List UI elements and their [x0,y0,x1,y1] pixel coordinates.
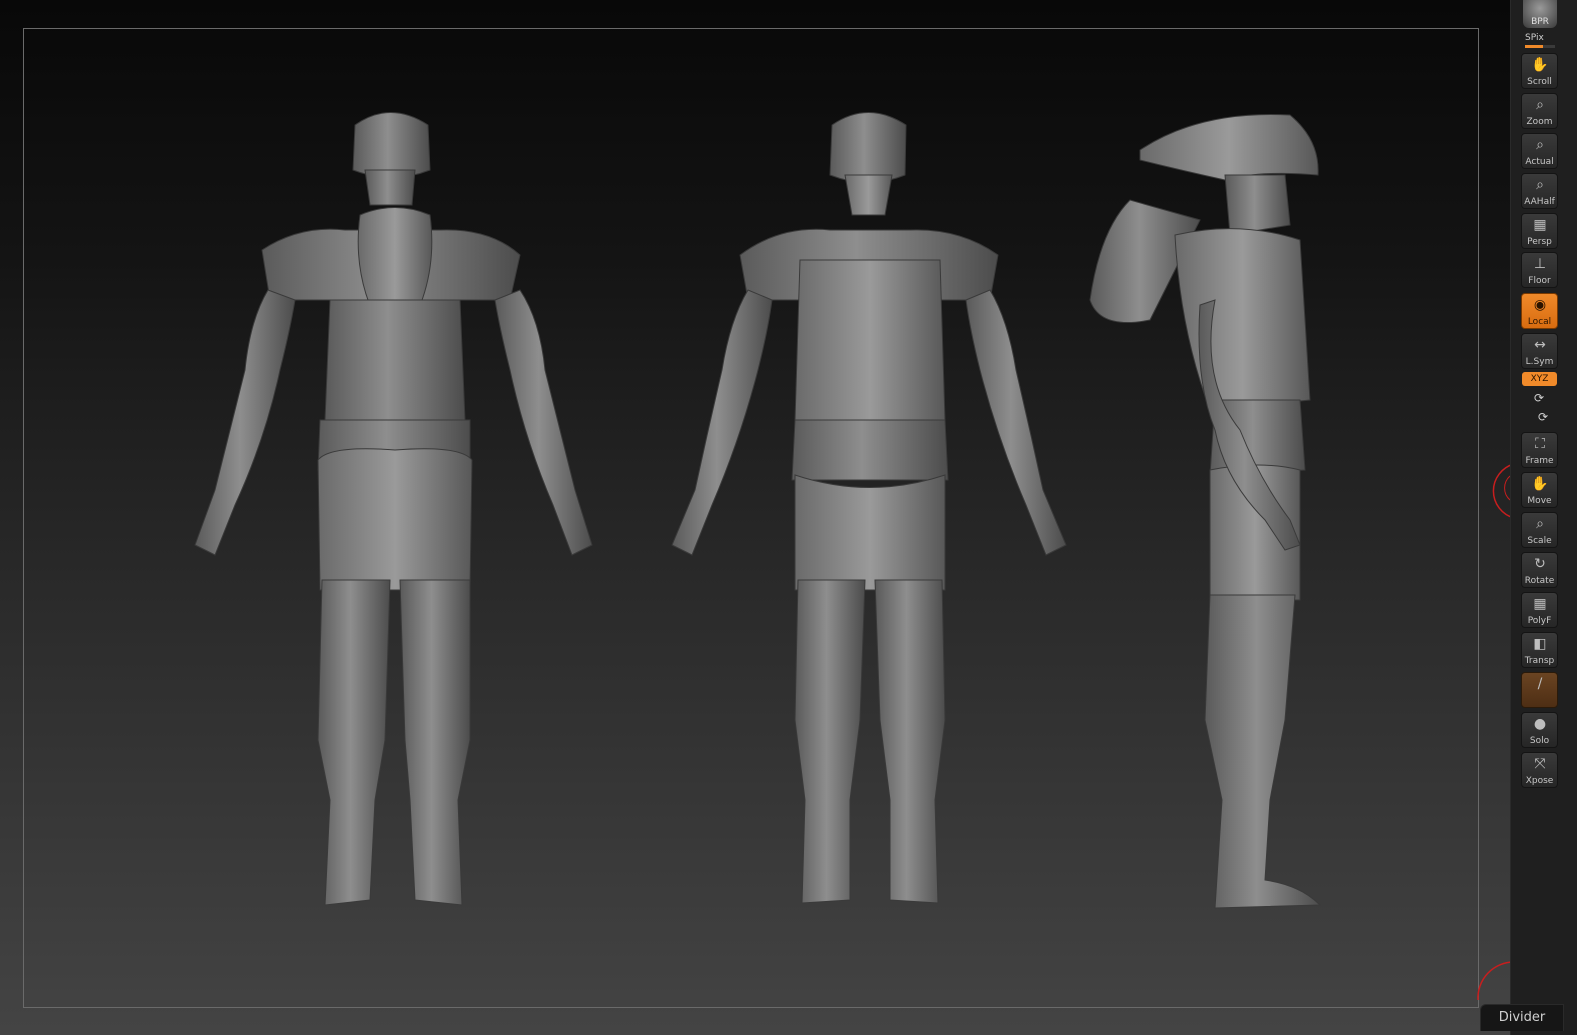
tool-label: Actual [1525,157,1554,167]
tool-transp-button[interactable]: ◧ Transp [1521,632,1558,668]
arrows-icon: ↔ [1534,337,1546,353]
tool-aahalf-button[interactable]: ⌕ AAHalf [1521,173,1558,209]
divider-tab[interactable]: Divider [1480,1004,1564,1031]
tool-actual-button[interactable]: ⌕ Actual [1521,133,1558,169]
figure-side-view [1089,113,1322,909]
tool-move-button[interactable]: ✋ Move [1521,472,1558,508]
tool-local-button[interactable]: ◉ Local [1521,293,1558,329]
figure-front-view [671,112,1067,904]
floor-icon: ⊥ [1533,256,1547,272]
tool-label: Transp [1524,656,1555,666]
spheres-icon: ● [1533,716,1547,732]
tool-label: Scale [1527,536,1552,546]
magnifier-icon: ⌕ [1536,516,1544,532]
bpr-label: BPR [1531,17,1549,27]
hand-icon: ✋ [1531,476,1549,492]
tool-label: Solo [1529,736,1550,746]
transparency-icon: ◧ [1533,636,1547,652]
tool-zoom-button[interactable]: ⌕ Zoom [1521,93,1558,129]
tool-floor-button[interactable]: ⊥ Floor [1521,252,1558,288]
sculpt-viewport[interactable] [0,0,1510,1035]
tool-ghost-button[interactable]: / [1521,672,1558,708]
tool-rotate-button[interactable]: ↻ Rotate [1521,552,1558,588]
magnifier-icon: ⌕ [1536,97,1544,113]
rotate-icon: ↻ [1534,556,1546,572]
tool-label: Frame [1525,456,1554,466]
frame-icon: ⛶ [1535,436,1545,452]
spix-slider-fill [1525,45,1543,48]
rotate-z-icon[interactable]: ⟳ [1538,410,1548,424]
hand-icon: ✋ [1531,57,1549,73]
character-turnaround-image [194,112,1322,909]
expand-icon: ⤧ [1534,756,1546,772]
tool-solo-button[interactable]: ● Solo [1521,712,1558,748]
tool-label: PolyF [1527,616,1552,626]
bpr-button[interactable]: BPR [1523,0,1557,28]
tool-label: Xpose [1525,776,1554,786]
tool-label: L.Sym [1525,357,1554,367]
document-canvas[interactable] [0,0,1510,1035]
tool-persp-button[interactable]: ▦ Persp [1521,213,1558,249]
tool-scroll-button[interactable]: ✋ Scroll [1521,53,1558,89]
right-shelf: BPR SPix ✋ Scroll ⌕ Zoom ⌕ Actual ⌕ AAHalf ▦ Pers… [1510,0,1577,1035]
tool-label: Floor [1528,276,1551,286]
tool-lsym-button[interactable]: ↔ L.Sym [1521,333,1558,369]
grid-icon: ▦ [1533,596,1547,612]
tool-label: Rotate [1524,576,1555,586]
rotate-y-icon[interactable]: ⟳ [1534,391,1544,405]
tool-label: Move [1527,496,1552,506]
figure-back-view [194,112,593,906]
spix-slider[interactable] [1525,45,1555,48]
tool-label: Persp [1527,237,1552,247]
magnifier-icon: ⌕ [1536,177,1544,193]
spix-label[interactable]: SPix [1525,33,1544,43]
tool-xpose-button[interactable]: ⤧ Xpose [1521,752,1558,788]
tool-label: AAHalf [1524,197,1555,207]
brush-icon: / [1537,676,1543,692]
grid-icon: ▦ [1533,217,1547,233]
tool-polyf-button[interactable]: ▦ PolyF [1521,592,1558,628]
magnifier-icon: ⌕ [1536,137,1544,153]
gyro-marker-icon [1492,463,1515,519]
xyz-symmetry-button[interactable]: XYZ [1522,372,1557,386]
tool-label: Scroll [1527,77,1552,87]
tool-scale-button[interactable]: ⌕ Scale [1521,512,1558,548]
tool-label: Zoom [1526,117,1553,127]
tool-label: Local [1527,317,1552,327]
local-icon: ◉ [1533,297,1547,313]
tool-frame-button[interactable]: ⛶ Frame [1521,432,1558,468]
